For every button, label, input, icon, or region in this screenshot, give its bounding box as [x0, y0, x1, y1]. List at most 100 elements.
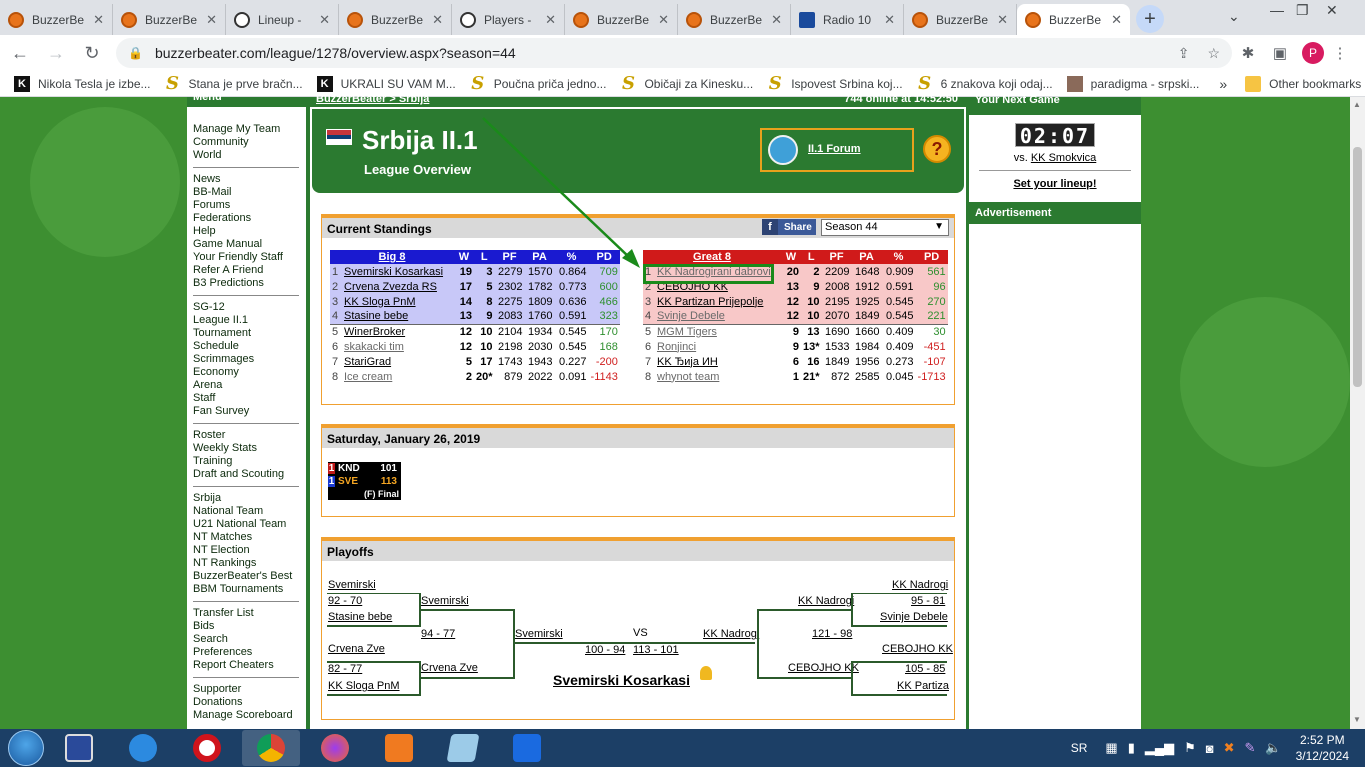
- taskbar-app-media[interactable]: [370, 730, 428, 766]
- playoff-team[interactable]: Crvena Zve: [421, 662, 478, 674]
- playoff-score[interactable]: 82 - 77: [328, 663, 362, 675]
- table-row[interactable]: 1 Svemirski Kosarkasi 19 3 2279 1570 0.864 709: [330, 264, 620, 279]
- playoff-team[interactable]: Svemirski: [515, 628, 563, 640]
- playoff-score[interactable]: 113 - 101: [633, 644, 679, 656]
- browser-tab[interactable]: BuzzerBe ✕: [678, 4, 791, 35]
- browser-tab[interactable]: Players - ✕: [452, 4, 565, 35]
- team-link[interactable]: Stasine bebe: [342, 309, 454, 324]
- table-row[interactable]: 2 Crvena Zvezda RS 17 5 2302 1782 0.773 600: [330, 279, 620, 294]
- close-tab-icon[interactable]: ✕: [545, 12, 556, 28]
- menu-item[interactable]: Bids: [193, 620, 300, 633]
- side-panel-icon[interactable]: ▣: [1264, 44, 1296, 62]
- playoff-team[interactable]: CEBOJHO KK: [788, 662, 859, 674]
- menu-item[interactable]: Your Friendly Staff: [193, 251, 300, 264]
- champion-name[interactable]: Svemirski Kosarkasi: [553, 672, 690, 688]
- back-arrow-icon[interactable]: ←: [4, 37, 36, 69]
- battery-icon[interactable]: ▮: [1128, 740, 1135, 756]
- bookmark-item[interactable]: paradigma - srpski...: [1066, 75, 1199, 92]
- menu-item[interactable]: Staff: [193, 392, 300, 405]
- restore-button[interactable]: ❐: [1296, 2, 1309, 19]
- team-link[interactable]: whynot team: [655, 369, 781, 384]
- menu-item[interactable]: Federations: [193, 212, 300, 225]
- playoff-team[interactable]: Svemirski: [421, 595, 469, 607]
- browser-tab[interactable]: BuzzerBe ✕: [339, 4, 452, 35]
- team-link[interactable]: WinerBroker: [342, 324, 454, 339]
- taskbar-app-save[interactable]: [50, 730, 108, 766]
- playoff-team[interactable]: KK Nadrogi: [892, 579, 948, 591]
- other-bookmarks[interactable]: Other bookmarks: [1245, 75, 1361, 92]
- close-tab-icon[interactable]: ✕: [997, 12, 1008, 28]
- menu-item[interactable]: Arena: [193, 379, 300, 392]
- minimize-button[interactable]: —: [1270, 2, 1284, 18]
- bookmark-star-icon[interactable]: ☆: [1207, 45, 1220, 62]
- menu-item[interactable]: NT Matches: [193, 531, 300, 544]
- bookmark-item[interactable]: S Ispovest Srbina koj...: [767, 73, 903, 94]
- playoff-team[interactable]: Svinje Debele: [880, 611, 948, 623]
- taskbar-app-ie[interactable]: [114, 730, 172, 766]
- table-row[interactable]: 5 WinerBroker 12 10 2104 1934 0.545 170: [330, 324, 620, 339]
- share-icon[interactable]: ⇪: [1178, 45, 1190, 62]
- menu-item[interactable]: Draft and Scouting: [193, 468, 300, 481]
- taskbar-app-opera[interactable]: [178, 730, 236, 766]
- team-link[interactable]: Crvena Zvezda RS: [342, 279, 454, 294]
- menu-item[interactable]: News: [193, 173, 300, 186]
- bookmark-item[interactable]: K UKRALI SU VAM M...: [316, 75, 456, 92]
- menu-item[interactable]: BB-Mail: [193, 186, 300, 199]
- conference-name[interactable]: Great 8: [643, 250, 781, 264]
- menu-item[interactable]: BuzzerBeater's Best: [193, 570, 300, 583]
- close-tab-icon[interactable]: ✕: [206, 12, 217, 28]
- menu-item[interactable]: Forums: [193, 199, 300, 212]
- team-link[interactable]: MGM Tigers: [655, 324, 781, 339]
- table-row[interactable]: 8 whynot team 1 21* 872 2585 0.045 -1713: [643, 369, 948, 384]
- menu-item[interactable]: League II.1: [193, 314, 300, 327]
- playoff-score[interactable]: 100 - 94: [585, 644, 625, 656]
- menu-item[interactable]: B3 Predictions: [193, 277, 300, 290]
- menu-item[interactable]: Economy: [193, 366, 300, 379]
- team-link[interactable]: KK Sloga PnM: [342, 294, 454, 309]
- table-row[interactable]: 4 Stasine bebe 13 9 2083 1760 0.591 323: [330, 309, 620, 324]
- page-scrollbar[interactable]: ▲ ▼: [1350, 97, 1365, 729]
- menu-item[interactable]: Transfer List: [193, 607, 300, 620]
- menu-item[interactable]: Refer A Friend: [193, 264, 300, 277]
- flag-icon[interactable]: ⚑: [1184, 740, 1196, 756]
- system-clock[interactable]: 2:52 PM 3/12/2024: [1296, 732, 1349, 764]
- scrollbar-thumb[interactable]: [1353, 147, 1362, 387]
- bookmark-item[interactable]: S Poučna priča jedno...: [470, 73, 606, 94]
- taskbar-app-chrome[interactable]: [242, 730, 300, 766]
- menu-item[interactable]: Srbija: [193, 492, 300, 505]
- start-button[interactable]: [8, 730, 44, 766]
- browser-tab[interactable]: Radio 10 ✕: [791, 4, 904, 35]
- playoff-team[interactable]: Crvena Zve: [328, 643, 385, 655]
- table-row[interactable]: 3 KK Sloga PnM 14 8 2275 1809 0.636 466: [330, 294, 620, 309]
- menu-item[interactable]: Supporter: [193, 683, 300, 696]
- browser-tab[interactable]: BuzzerBe ✕: [904, 4, 1017, 35]
- bookmark-item[interactable]: S Stana je prve bračn...: [165, 73, 303, 94]
- camera-icon[interactable]: ◙: [1206, 741, 1214, 756]
- app-grid-icon[interactable]: ▦: [1105, 740, 1117, 756]
- table-row[interactable]: 5 MGM Tigers 9 13 1690 1660 0.409 30: [643, 324, 948, 339]
- breadcrumb[interactable]: BuzzerBeater > Srbija: [316, 93, 429, 105]
- language-indicator[interactable]: SR: [1071, 741, 1088, 755]
- team-link[interactable]: KK Partizan Prijepolje: [655, 294, 781, 309]
- menu-item[interactable]: Help: [193, 225, 300, 238]
- close-tab-icon[interactable]: ✕: [1111, 12, 1122, 28]
- table-row[interactable]: 3 KK Partizan Prijepolje 12 10 2195 1925 0.545…: [643, 294, 948, 309]
- bookmark-item[interactable]: S Običaji za Kinesku...: [620, 73, 753, 94]
- close-tab-icon[interactable]: ✕: [93, 12, 104, 28]
- menu-item[interactable]: Game Manual: [193, 238, 300, 251]
- taskbar-app-mail[interactable]: [498, 730, 556, 766]
- browser-tab[interactable]: BuzzerBe ✕: [1017, 4, 1130, 35]
- menu-item[interactable]: U21 National Team: [193, 518, 300, 531]
- browser-tab[interactable]: BuzzerBe ✕: [113, 4, 226, 35]
- scroll-up-icon[interactable]: ▲: [1353, 100, 1361, 109]
- menu-item[interactable]: Preferences: [193, 646, 300, 659]
- playoff-team[interactable]: Stasine bebe: [328, 611, 392, 623]
- playoff-team[interactable]: KK Nadrogi: [703, 628, 759, 640]
- table-row[interactable]: 6 Ronjinci 9 13* 1533 1984 0.409 -451: [643, 339, 948, 354]
- browser-tab[interactable]: BuzzerBe ✕: [0, 4, 113, 35]
- close-tab-icon[interactable]: ✕: [884, 12, 895, 28]
- team-link[interactable]: Svemirski Kosarkasi: [342, 264, 454, 279]
- scroll-down-icon[interactable]: ▼: [1353, 715, 1361, 724]
- playoff-team[interactable]: CEBOJHO KK: [882, 643, 953, 655]
- forum-link-box[interactable]: II.1 Forum: [760, 128, 914, 172]
